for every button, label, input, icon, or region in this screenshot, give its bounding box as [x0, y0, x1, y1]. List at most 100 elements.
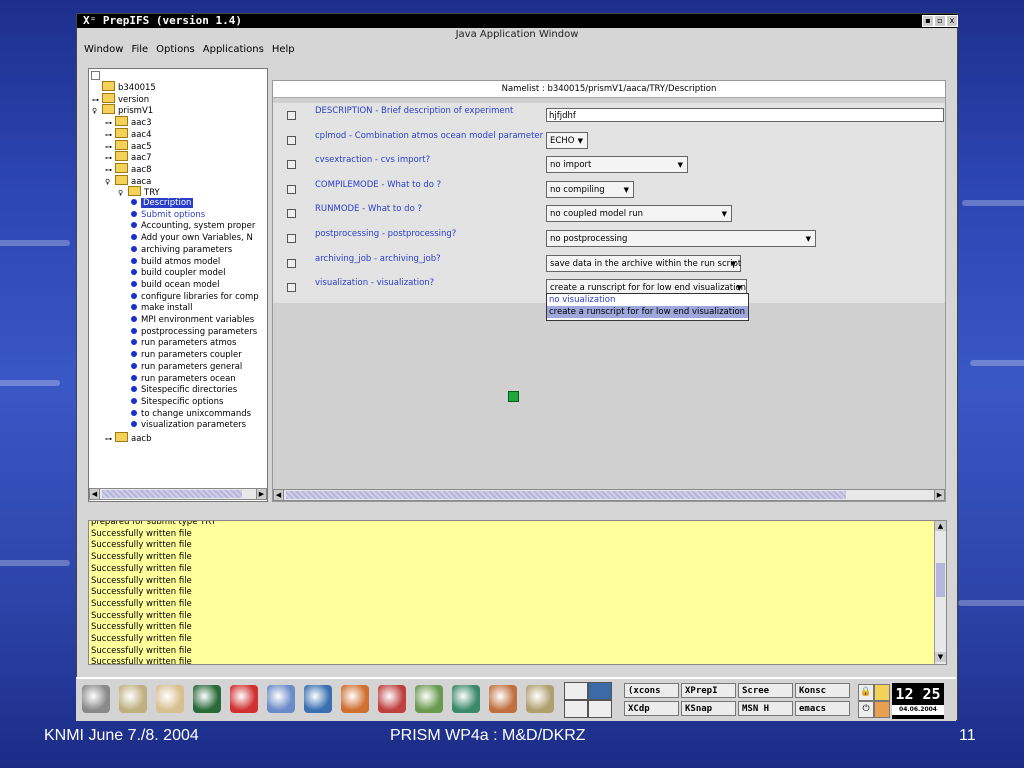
tree-leaf[interactable]: to change unixcommands	[131, 409, 251, 420]
tree-folder[interactable]: ⊶ aac3	[105, 116, 152, 128]
scroll-thumb[interactable]	[936, 563, 945, 597]
tree-leaf[interactable]: Sitespecific options	[131, 397, 223, 408]
menu-options[interactable]: Options	[152, 42, 199, 58]
tree-leaf[interactable]: configure libraries for comp	[131, 292, 259, 303]
log-output[interactable]: prepared for submit type TRY Successfully…	[88, 520, 947, 665]
menu-file[interactable]: File	[127, 42, 152, 58]
tree-folder[interactable]: ⊶ aac5	[105, 139, 152, 152]
tree-leaf[interactable]: Add your own Variables, N	[131, 233, 253, 244]
tree-leaf[interactable]: make install	[131, 303, 192, 314]
taskbar-task-button[interactable]: KSnap	[681, 701, 736, 716]
expand-toggle-icon[interactable]: ♀	[118, 188, 128, 199]
close-button[interactable]: x	[946, 15, 958, 27]
taskbar-task-button[interactable]: (xcons	[624, 683, 679, 698]
tree-leaf[interactable]: postprocessing parameters	[131, 327, 257, 338]
menu-help[interactable]: Help	[268, 42, 299, 58]
parameter-checkbox[interactable]	[287, 184, 296, 194]
taskbar-task-button[interactable]: XCdp	[624, 701, 679, 716]
chart-icon[interactable]	[452, 685, 480, 713]
spreadsheet-icon[interactable]	[415, 685, 443, 713]
log-vertical-scrollbar[interactable]: ▲ ▼	[934, 521, 946, 664]
minimize-button[interactable]: ▪	[922, 15, 934, 27]
visualization-dropdown-list[interactable]: no visualization create a runscript for …	[546, 293, 749, 321]
desktop-pager-3[interactable]	[564, 700, 588, 718]
taskbar-task-button[interactable]: Scree	[738, 683, 793, 698]
tree-leaf[interactable]: run parameters atmos	[131, 338, 236, 349]
dropdown-option[interactable]: no visualization	[547, 294, 748, 306]
namelist-tree[interactable]: b340015 ⊶ version ♀ prismV1 ⊶ aac3 ⊶ aac4 ⊶ aac5 ⊶ a…	[88, 68, 268, 502]
expand-toggle-icon[interactable]: ♀	[92, 106, 102, 117]
scroll-thumb[interactable]	[286, 491, 846, 499]
home-icon[interactable]	[119, 685, 147, 713]
menu-window[interactable]: Window	[80, 42, 127, 58]
expand-toggle-icon[interactable]: ♀	[105, 177, 115, 188]
parameter-select[interactable]: no import ▼	[546, 156, 688, 174]
presentation-icon[interactable]	[489, 685, 517, 713]
parameter-select[interactable]: no coupled model run ▼	[546, 205, 732, 223]
parameter-select[interactable]: no postprocessing ▼	[546, 230, 816, 247]
tree-leaf[interactable]: MPI environment variables	[131, 315, 254, 326]
tree-folder[interactable]: ⊶ version	[92, 92, 149, 105]
tree-leaf[interactable]: build ocean model	[131, 280, 219, 291]
scroll-left-button[interactable]: ◀	[274, 490, 284, 500]
logout-icon[interactable]: ⏻	[858, 701, 874, 718]
desktop-pager-4[interactable]	[588, 700, 612, 718]
tree-leaf[interactable]: visualization parameters	[131, 420, 246, 431]
parameter-checkbox[interactable]	[287, 111, 296, 120]
paint-icon[interactable]	[378, 685, 406, 713]
tree-horizontal-scrollbar[interactable]: ◀ ▶	[89, 488, 267, 500]
tree-leaf[interactable]: run parameters coupler	[131, 350, 242, 361]
tree-leaf[interactable]: Submit options	[131, 210, 205, 221]
parameter-checkbox[interactable]	[287, 160, 296, 170]
parameter-select[interactable]: save data in the archive within the run …	[546, 254, 741, 272]
parameter-checkbox[interactable]	[287, 209, 296, 219]
office-icon[interactable]	[341, 685, 369, 713]
tree-leaf[interactable]: run parameters general	[131, 362, 242, 373]
desktop-pager-1[interactable]	[564, 682, 588, 700]
tree-folder[interactable]: ⊶ aac7	[105, 151, 152, 163]
help-lifebuoy-icon[interactable]	[230, 685, 258, 713]
taskbar-task-button[interactable]: emacs	[795, 701, 850, 716]
tray-icon[interactable]	[874, 684, 890, 701]
parameter-checkbox[interactable]	[287, 234, 296, 243]
tree-leaf[interactable]: Sitespecific directories	[131, 385, 237, 396]
tree-folder[interactable]: ⊶ aac8	[105, 162, 152, 175]
tree-leaf[interactable]: archiving parameters	[131, 245, 232, 256]
menu-applications[interactable]: Applications	[199, 42, 268, 58]
tree-folder[interactable]: b340015	[92, 81, 156, 93]
expand-toggle-icon[interactable]: ⊶	[105, 434, 115, 445]
parameter-select[interactable]: ECHO ▼	[546, 131, 588, 149]
clock[interactable]: 12 25 04.06.2004	[892, 683, 944, 719]
kmail-icon[interactable]	[267, 685, 295, 713]
tree-leaf[interactable]: Description	[131, 198, 194, 209]
parameter-text-input[interactable]: hjfjdhf	[546, 108, 944, 122]
editor-icon[interactable]	[526, 685, 554, 713]
tree-leaf[interactable]: Accounting, system proper	[131, 221, 255, 232]
tray-icon[interactable]	[874, 701, 890, 718]
dropdown-option[interactable]: create a runscript for for low end visua…	[547, 306, 748, 318]
scroll-up-button[interactable]: ▲	[935, 521, 946, 531]
scroll-down-button[interactable]: ▼	[935, 652, 946, 662]
scroll-thumb[interactable]	[102, 490, 242, 498]
scroll-right-button[interactable]: ▶	[256, 489, 266, 499]
parameter-checkbox[interactable]	[287, 283, 296, 293]
tree-top-checkbox[interactable]	[91, 71, 100, 80]
scroll-right-button[interactable]: ▶	[934, 490, 944, 500]
shell-icon[interactable]	[156, 685, 184, 713]
tree-leaf[interactable]: build atmos model	[131, 257, 220, 268]
browser-icon[interactable]	[304, 685, 332, 713]
tree-folder[interactable]: ♀ aaca	[105, 174, 151, 188]
tree-folder[interactable]: ⊶ aac4	[105, 127, 152, 140]
lock-icon[interactable]: 🔒	[858, 684, 874, 701]
taskbar-task-button[interactable]: MSN H	[738, 701, 793, 716]
tree-folder[interactable]: ♀ TRY	[118, 186, 160, 199]
tree-folder[interactable]: ♀ prismV1	[92, 104, 153, 117]
taskbar-task-button[interactable]: Konsc	[795, 683, 850, 698]
parameter-select[interactable]: no compiling ▼	[546, 180, 634, 198]
main-horizontal-scrollbar[interactable]: ◀ ▶	[273, 489, 945, 501]
tree-leaf[interactable]: build coupler model	[131, 268, 226, 279]
taskbar-task-button[interactable]: XPrepI	[681, 683, 736, 698]
tree-folder[interactable]: ⊶ aacb	[105, 432, 152, 445]
parameter-checkbox[interactable]	[287, 135, 296, 145]
window-titlebar[interactable]: X⁼ PrepIFS (version 1.4) ▪ ▫ x	[77, 14, 958, 28]
